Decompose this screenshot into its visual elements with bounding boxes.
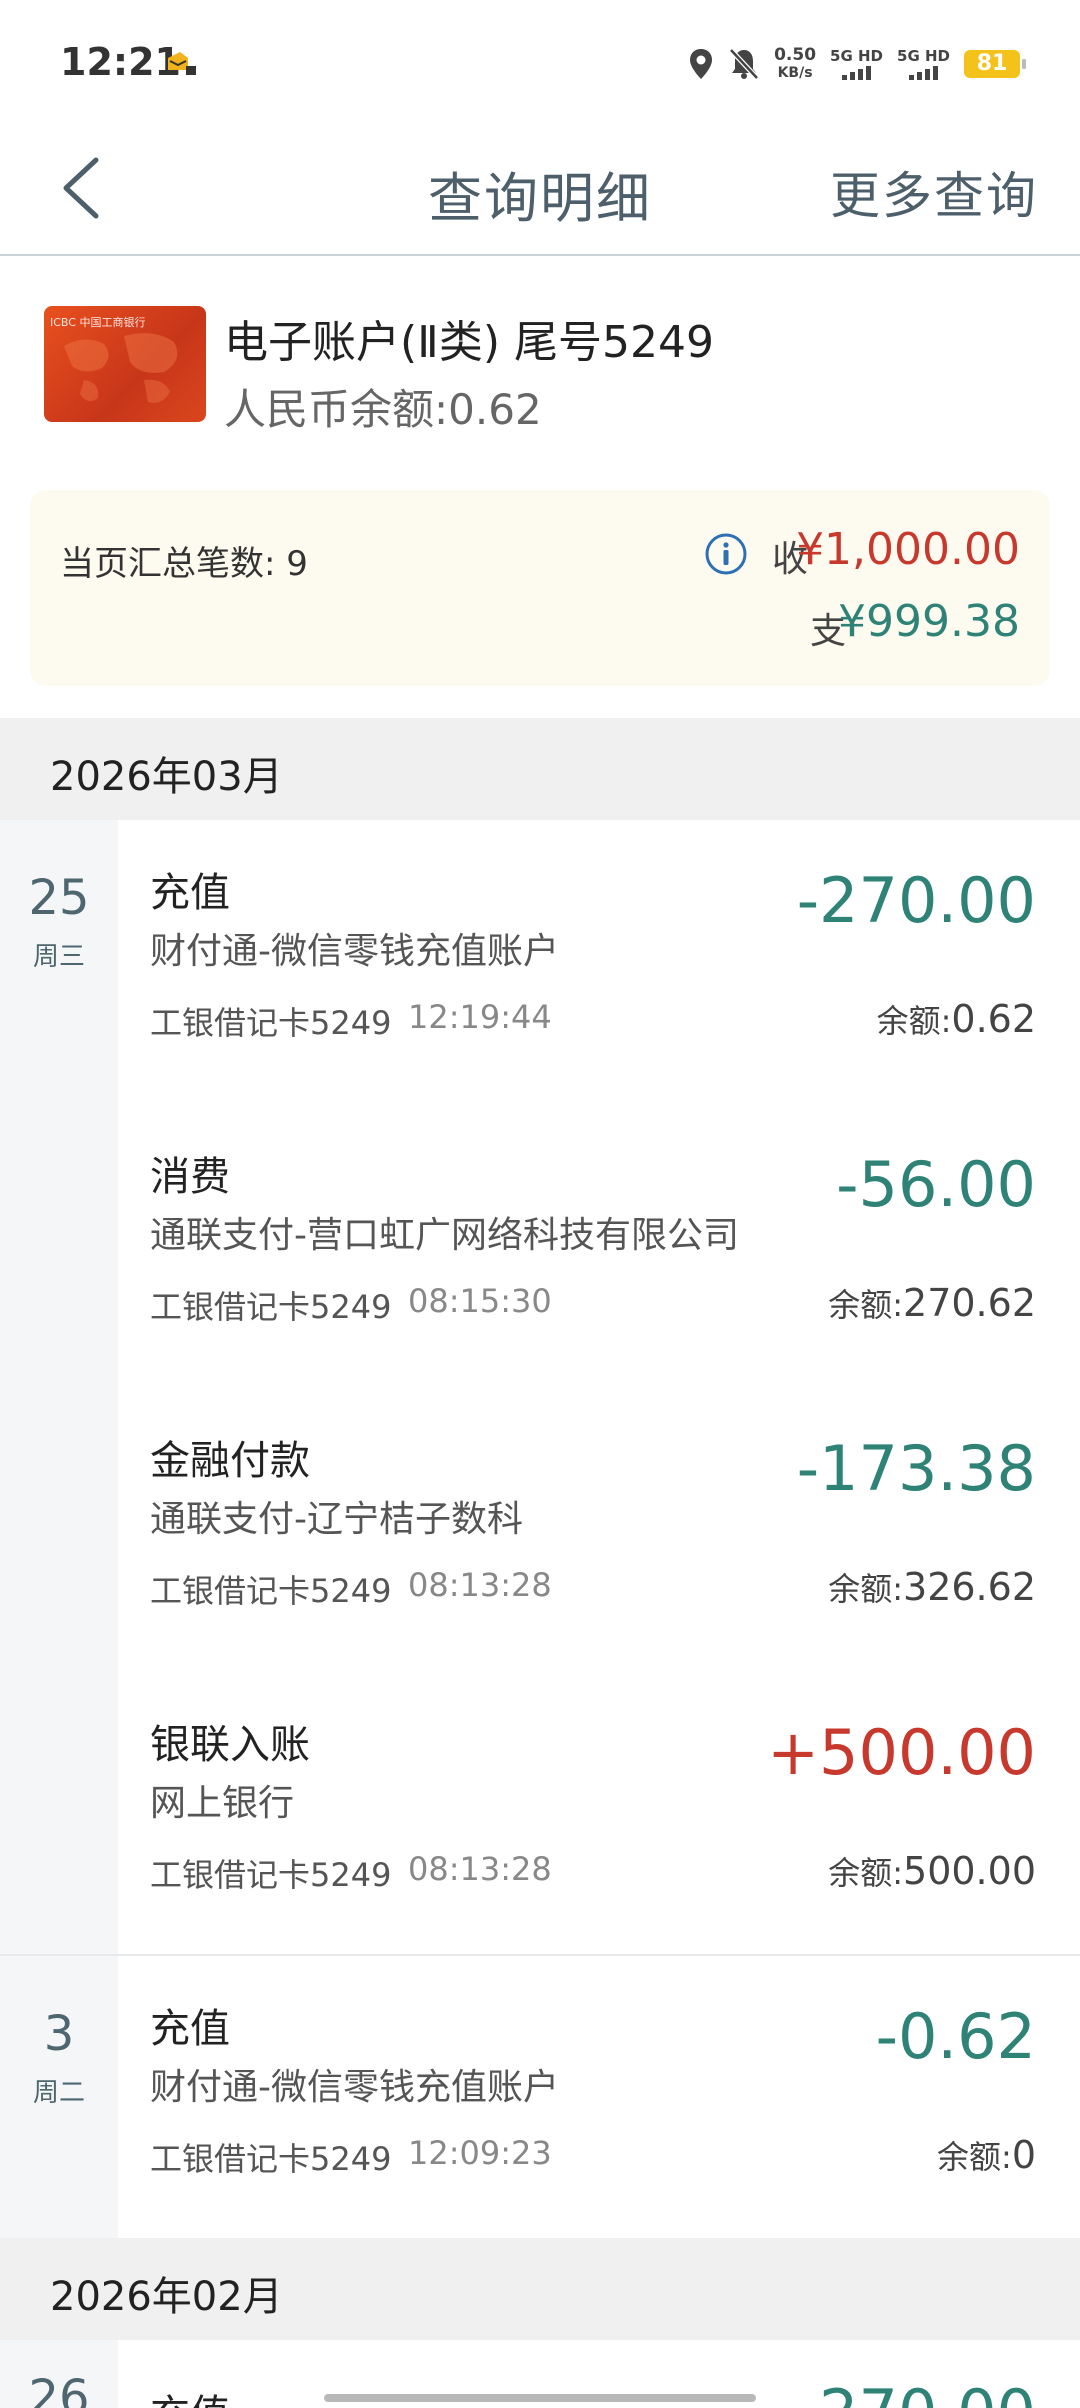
txn-type: 充值 [150, 2006, 230, 2052]
txn-balance: 余额:0 [937, 2132, 1036, 2178]
txn-amount: -0.62 [875, 2000, 1036, 2073]
network-speed: 0.50 KB/s [774, 45, 817, 81]
txn-card: 工银借记卡5249 [150, 1572, 392, 1610]
txn-amount: -173.38 [796, 1432, 1036, 1505]
txn-amount: -270.00 [796, 864, 1036, 937]
notification-icon [168, 52, 196, 75]
txn-card: 工银借记卡5249 [150, 1856, 392, 1894]
status-time: 12:21 [60, 40, 181, 84]
txn-time: 08:13:28 [408, 1566, 552, 1604]
txn-balance-value: 270.62 [903, 1281, 1036, 1325]
world-map-graphic [64, 333, 178, 403]
account-balance: 人民币余额:0.62 [224, 385, 542, 434]
txn-amount: +500.00 [767, 1716, 1036, 1789]
txn-type: 金融付款 [150, 1438, 310, 1484]
txn-balance-value: 0 [1011, 2133, 1036, 2177]
month-header: 2026年03月 [0, 718, 1080, 820]
transaction-row[interactable]: 金融付款 通联支付-辽宁桔子数科 工银借记卡5249 08:13:28 -173… [118, 1388, 1080, 1674]
txn-type: 消费 [150, 1154, 230, 1200]
txn-card: 工银借记卡5249 [150, 1004, 392, 1042]
status-right-group: 0.50 KB/s 5G HD 5G HD 81 [688, 40, 1026, 88]
info-icon[interactable] [704, 532, 748, 576]
txn-balance: 余额:500.00 [828, 1848, 1036, 1894]
signal-bars-icon [830, 64, 883, 80]
transaction-row[interactable]: 充值 财付通-微信零钱充值账户 工银借记卡5249 12:09:23 -0.62… [118, 1956, 1080, 2238]
txn-card: 工银借记卡5249 [150, 1288, 392, 1326]
txn-party: 网上银行 [150, 1783, 295, 1824]
status-bar: 12:21 0.50 KB/s 5G HD 5G HD 81 [0, 0, 1080, 126]
transaction-row[interactable]: 消费 通联支付-营口虹广网络科技有限公司 工银借记卡5249 08:15:30 … [118, 1104, 1080, 1390]
txn-amount: -56.00 [836, 1148, 1036, 1221]
txn-balance: 余额:0.62 [877, 996, 1036, 1042]
txn-party: 通联支付-辽宁桔子数科 [150, 1499, 523, 1540]
txn-party: 通联支付-营口虹广网络科技有限公司 [150, 1215, 739, 1256]
signal-2: 5G HD [897, 48, 950, 80]
income-total: ¥1,000.00 [796, 524, 1020, 575]
date-weekday: 周三 [32, 942, 85, 972]
txn-type: 充值 [150, 870, 230, 916]
location-icon [690, 49, 713, 79]
date-column: 3 周二 [0, 1956, 118, 2238]
date-column: 25 周三 [0, 820, 118, 1956]
mute-icon [729, 48, 759, 80]
account-name: 电子账户(Ⅱ类) 尾号5249 [224, 317, 714, 368]
signal-1: 5G HD [830, 48, 883, 80]
txn-balance-value: 326.62 [903, 1565, 1036, 1609]
month-header: 2026年02月 [0, 2238, 1080, 2340]
month-label: 2026年03月 [50, 754, 283, 800]
txn-balance-label: 余额: [828, 1570, 904, 1608]
date-day: 25 [28, 870, 90, 926]
txn-balance-label: 余额: [828, 1854, 904, 1892]
summary-count: 当页汇总笔数: 9 [60, 544, 308, 584]
txn-balance-label: 余额: [876, 1002, 952, 1040]
transaction-row[interactable]: 充值 财付通-微信零钱充值账户 工银借记卡5249 12:19:44 -270.… [118, 820, 1080, 1106]
txn-type: 银联入账 [150, 1722, 310, 1768]
signal-bars-icon [897, 64, 950, 80]
txn-amount: -270.00 [797, 2376, 1036, 2408]
date-day: 26 [28, 2370, 90, 2408]
summary-box: 当页汇总笔数: 9 收 ¥1,000.00 支 ¥999.38 [30, 490, 1050, 686]
txn-balance: 余额:270.62 [828, 1280, 1036, 1326]
txn-card: 工银借记卡5249 [150, 2140, 392, 2178]
month-label: 2026年02月 [50, 2274, 283, 2320]
txn-balance-label: 余额: [937, 2138, 1012, 2176]
txn-time: 12:19:44 [408, 998, 552, 1036]
battery-icon: 81 [964, 50, 1026, 78]
txn-balance-value: 0.62 [951, 997, 1036, 1041]
txn-type: 充值 [150, 2382, 230, 2408]
account-header[interactable]: ICBC 中国工商银行 电子账户(Ⅱ类) 尾号5249 人民币余额:0.62 [0, 258, 1080, 468]
txn-party: 财付通-微信零钱充值账户 [150, 2067, 559, 2108]
txn-party: 财付通-微信零钱充值账户 [150, 931, 559, 972]
txn-balance-value: 500.00 [903, 1849, 1036, 1893]
txn-time: 12:09:23 [408, 2134, 552, 2172]
card-thumbnail: ICBC 中国工商银行 [44, 306, 206, 422]
date-column: 26 [0, 2340, 118, 2408]
txn-time: 08:13:28 [408, 1850, 552, 1888]
home-indicator[interactable] [324, 2394, 756, 2402]
txn-balance-label: 余额: [828, 1286, 904, 1324]
expense-total: ¥999.38 [838, 596, 1020, 647]
nav-bar: 查询明细 更多查询 [0, 126, 1080, 256]
date-day: 3 [43, 2006, 75, 2062]
txn-time: 08:15:30 [408, 1282, 552, 1320]
txn-balance: 余额:326.62 [828, 1564, 1036, 1610]
transaction-row[interactable]: 银联入账 网上银行 工银借记卡5249 08:13:28 +500.00 余额:… [118, 1672, 1080, 1956]
more-query-button[interactable]: 更多查询 [830, 156, 1038, 228]
date-weekday: 周二 [32, 2078, 85, 2108]
